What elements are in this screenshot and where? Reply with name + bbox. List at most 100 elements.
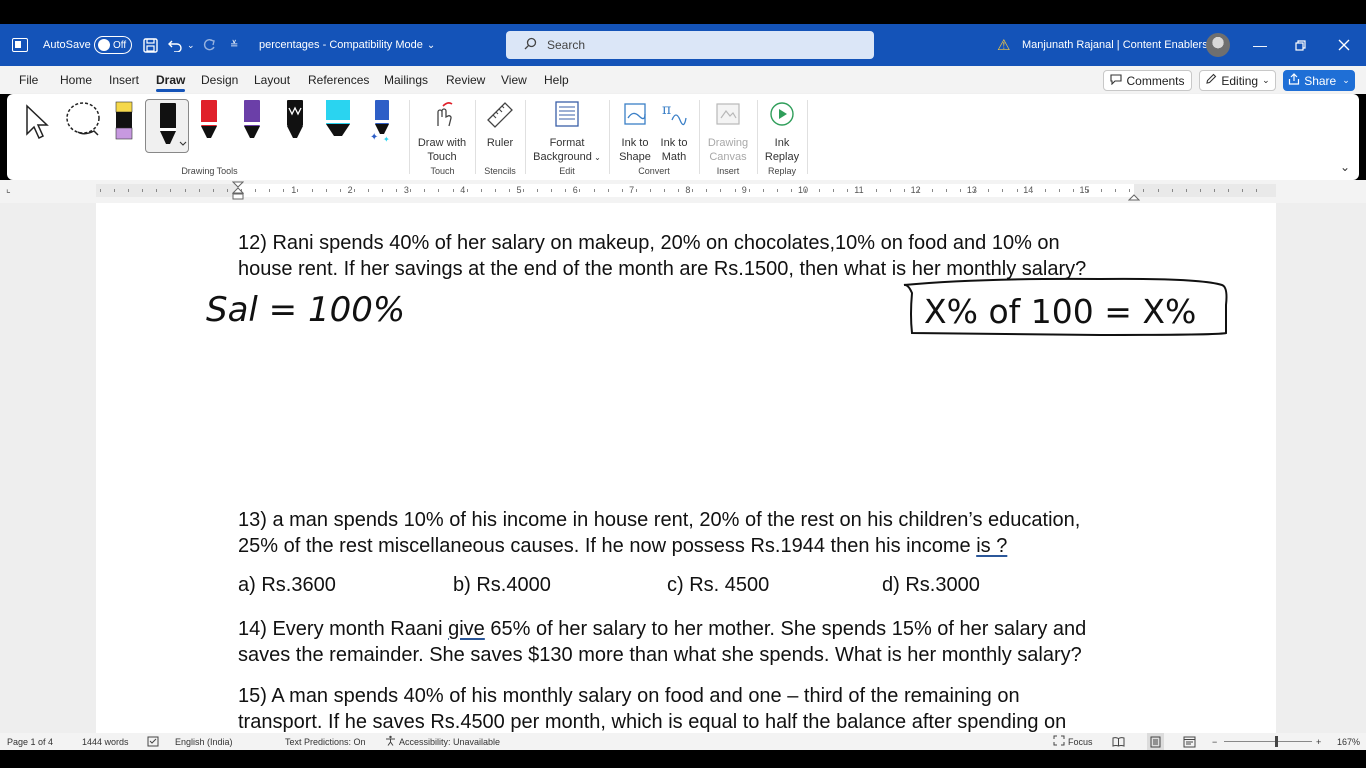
question-14-line-2[interactable]: saves the remainder. She saves $130 more… — [238, 642, 1082, 668]
zoom-slider[interactable] — [1224, 733, 1312, 750]
ruler-tick — [664, 189, 665, 192]
drawing-canvas-button[interactable]: Drawing Canvas — [703, 100, 753, 164]
pen-black-pattern[interactable] — [286, 100, 304, 140]
word-count[interactable]: 1444 words — [82, 733, 129, 750]
tab-mailings[interactable]: Mailings — [384, 66, 428, 94]
option-a[interactable]: a) Rs.3600 — [238, 574, 336, 597]
minimize-icon[interactable]: — — [1253, 24, 1267, 66]
option-b[interactable]: b) Rs.4000 — [453, 574, 551, 597]
ruler-label: Ruler — [486, 137, 514, 149]
avatar[interactable] — [1206, 33, 1230, 57]
toggle-knob — [98, 39, 110, 51]
question-13-line-2[interactable]: 25% of the rest miscellaneous causes. If… — [238, 533, 1007, 559]
share-button[interactable]: Share ⌄ — [1283, 70, 1355, 91]
tab-references[interactable]: References — [308, 66, 369, 94]
undo-icon[interactable] — [168, 24, 183, 66]
question-12-line-1[interactable]: 12) Rani spends 40% of her salary on mak… — [238, 230, 1060, 256]
ruler-tick — [1115, 189, 1116, 192]
read-mode-icon[interactable] — [1112, 733, 1125, 750]
tab-draw[interactable]: Draw — [156, 66, 186, 94]
question-15-line-2[interactable]: transport. If he saves Rs.4500 per month… — [238, 709, 1066, 735]
redo-icon[interactable] — [202, 24, 217, 66]
ruler-button[interactable]: Ruler — [480, 100, 520, 150]
zoom-in-icon[interactable]: + — [1316, 733, 1321, 750]
zoom-slider-thumb[interactable] — [1275, 736, 1278, 747]
ruler-tick — [1073, 189, 1074, 192]
ruler-tick — [1214, 189, 1215, 192]
tab-view[interactable]: View — [501, 66, 527, 94]
web-layout-icon[interactable] — [1183, 733, 1196, 750]
tab-layout[interactable]: Layout — [254, 66, 290, 94]
print-layout-icon[interactable] — [1147, 733, 1164, 750]
option-d[interactable]: d) Rs.3000 — [882, 574, 980, 597]
ruler-tick — [861, 189, 862, 192]
ruler-tick — [946, 189, 947, 192]
language[interactable]: English (India) — [175, 733, 233, 750]
undo-dropdown-icon[interactable]: ⌄ — [187, 24, 195, 66]
ink-right-text: X% of 100 = X% — [924, 292, 1196, 331]
ruler-tick — [481, 189, 482, 192]
ink-replay-button[interactable]: Ink Replay — [761, 100, 803, 164]
page-count[interactable]: Page 1 of 4 — [7, 733, 53, 750]
tab-insert[interactable]: Insert — [109, 66, 139, 94]
question-13-line-1[interactable]: 13) a man spends 10% of his income in ho… — [238, 507, 1080, 533]
ink-annotation-right[interactable]: X% of 100 = X% — [900, 275, 1236, 343]
tab-design[interactable]: Design — [201, 66, 238, 94]
option-c[interactable]: c) Rs. 4500 — [667, 574, 769, 597]
warning-icon[interactable]: ⚠ — [997, 24, 1010, 66]
focus-button[interactable]: Focus — [1053, 733, 1093, 750]
ribbon-draw: ✦ ✦ Drawing Tools Draw with Touch Touch R… — [7, 94, 1359, 180]
ink-left-text: Sal = 100% — [206, 290, 405, 330]
ruler-tick — [255, 189, 256, 192]
tab-home[interactable]: Home — [60, 66, 92, 94]
proofing-icon[interactable] — [147, 733, 159, 750]
zoom-level[interactable]: 167% — [1337, 733, 1360, 750]
lasso-select-icon[interactable] — [64, 101, 104, 143]
tab-review[interactable]: Review — [446, 66, 485, 94]
tab-stop-selector-icon[interactable]: ⌞ — [6, 184, 11, 195]
pen-black-selected[interactable] — [145, 99, 189, 153]
search-box[interactable]: Search — [506, 31, 874, 59]
ink-to-math-icon: π — [654, 100, 694, 132]
draw-with-touch-button[interactable]: Draw with Touch — [412, 100, 472, 164]
zoom-slider-track — [1224, 741, 1312, 742]
user-name[interactable]: Manjunath Rajanal | Content Enablers — [1022, 24, 1208, 66]
save-icon[interactable] — [143, 24, 158, 66]
collapse-ribbon-icon[interactable]: ⌄ — [1340, 160, 1350, 174]
focus-icon — [1053, 735, 1065, 748]
question-14-line-1[interactable]: 14) Every month Raani give 65% of her sa… — [238, 616, 1086, 642]
customize-toolbar-icon[interactable]: ≚ — [230, 24, 238, 66]
group-label-edit: Edit — [559, 166, 575, 176]
select-tool-icon[interactable] — [24, 104, 50, 144]
ruler-tick — [453, 189, 454, 192]
ruler-number: 10 — [798, 185, 809, 195]
ink-to-shape-button[interactable]: Ink to Shape — [614, 100, 656, 164]
ruler-icon — [480, 100, 520, 132]
format-background-button[interactable]: Format Background ⌄ — [531, 100, 603, 165]
tab-file[interactable]: File — [19, 66, 38, 94]
ink-annotation-left[interactable]: Sal = 100% — [200, 285, 440, 335]
comments-button[interactable]: Comments — [1103, 70, 1192, 91]
pen-galaxy[interactable]: ✦ ✦ — [369, 100, 393, 144]
share-icon — [1288, 73, 1300, 88]
editing-mode-button[interactable]: Editing ⌄ — [1199, 70, 1276, 91]
pen-purple[interactable] — [243, 100, 261, 140]
document-title[interactable]: percentages - Compatibility Mode ⌄ — [259, 24, 435, 66]
zoom-out-icon[interactable]: − — [1212, 733, 1217, 750]
pen-red[interactable] — [200, 100, 218, 140]
ruler-number: 8 — [685, 185, 691, 195]
question-13-line-2-text: 25% of the rest miscellaneous causes. If… — [238, 535, 977, 557]
ruler-tick — [1017, 189, 1018, 192]
accessibility-status[interactable]: Accessibility: Unavailable — [385, 733, 500, 750]
question-15-line-1[interactable]: 15) A man spends 40% of his monthly sala… — [238, 683, 1020, 709]
autosave-toggle[interactable]: Off — [94, 36, 132, 54]
highlighter-yellow[interactable] — [115, 100, 133, 140]
highlighter-cyan[interactable] — [325, 100, 351, 140]
group-separator — [807, 100, 808, 174]
ink-to-math-button[interactable]: π Ink to Math — [654, 100, 694, 164]
ruler-number: 3 — [403, 185, 409, 195]
tab-help[interactable]: Help — [544, 66, 569, 94]
restore-icon[interactable] — [1295, 24, 1306, 66]
text-predictions[interactable]: Text Predictions: On — [285, 733, 366, 750]
close-icon[interactable] — [1338, 24, 1350, 66]
